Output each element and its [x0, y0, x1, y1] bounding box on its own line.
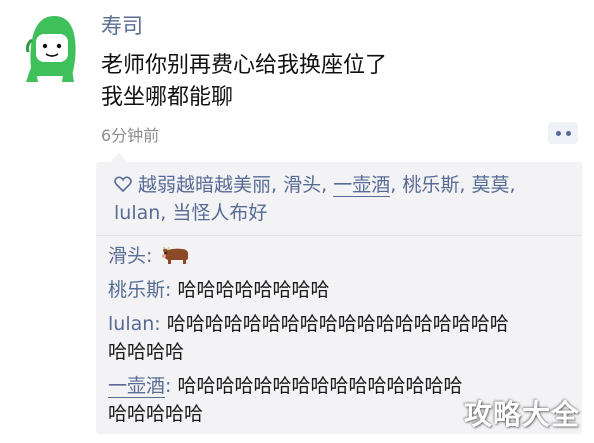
- like-name[interactable]: 一壶酒: [333, 174, 391, 197]
- comment-author[interactable]: 一壶酒: [108, 375, 166, 398]
- likes-row: 越弱越暗越美丽, 滑头, 一壶酒, 桃乐斯, 莫莫, lulan, 当怪人布好: [114, 174, 516, 224]
- post-line-1: 老师你别再费心给我换座位了: [101, 53, 388, 78]
- cow-emoji-icon: [162, 246, 189, 264]
- comment-item[interactable]: 滑头:: [108, 242, 570, 270]
- comment-text: 哈哈哈哈哈哈哈哈: [177, 279, 330, 301]
- like-name[interactable]: lulan: [114, 202, 160, 224]
- post-username[interactable]: 寿司: [101, 10, 143, 40]
- comment-author[interactable]: 桃乐斯: [108, 279, 165, 301]
- more-dot-icon: [565, 130, 571, 136]
- watermark: 攻略大全: [463, 398, 580, 431]
- post-timestamp: 6分钟前: [101, 126, 160, 145]
- comment-item[interactable]: lulan: 哈哈哈哈哈哈哈哈哈哈哈哈哈哈哈哈哈哈 哈哈哈哈: [108, 310, 570, 366]
- like-name[interactable]: 越弱越暗越美丽: [138, 174, 271, 196]
- post-text: 老师你别再费心给我换座位了 我坐哪都能聊: [101, 50, 387, 114]
- comment-author[interactable]: 滑头: [108, 245, 146, 267]
- comment-author[interactable]: lulan: [108, 313, 154, 335]
- like-name[interactable]: 当怪人布好: [172, 202, 267, 224]
- heart-icon: [114, 176, 132, 192]
- avatar[interactable]: [18, 10, 82, 84]
- comment-text: 哈哈哈哈哈哈哈哈哈哈哈哈哈哈哈哈哈哈: [166, 313, 509, 335]
- like-name[interactable]: 莫莫: [471, 174, 509, 196]
- comment-item[interactable]: 桃乐斯: 哈哈哈哈哈哈哈哈: [108, 276, 570, 304]
- more-actions-button[interactable]: [548, 122, 578, 144]
- like-name[interactable]: 桃乐斯: [402, 174, 459, 196]
- like-name[interactable]: 滑头: [283, 174, 321, 196]
- more-dot-icon: [555, 130, 561, 136]
- comment-text-continued: 哈哈哈哈: [108, 341, 185, 363]
- comment-text: 哈哈哈哈哈哈哈哈哈哈哈哈哈哈哈: [177, 375, 463, 397]
- post-line-2: 我坐哪都能聊: [101, 85, 234, 110]
